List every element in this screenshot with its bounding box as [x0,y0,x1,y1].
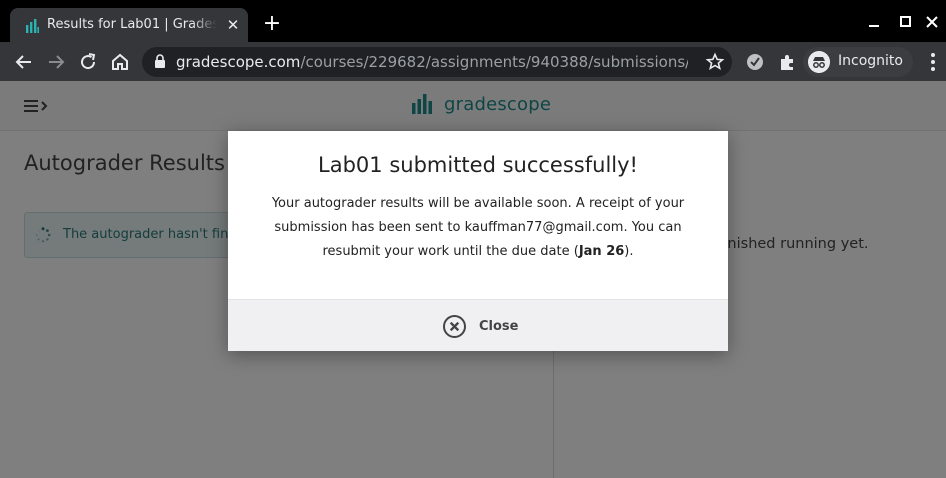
dialog-message: Your autograder results will be availabl… [256,192,700,264]
home-icon[interactable] [108,50,132,74]
due-date: Jan 26 [578,244,625,259]
new-tab-icon[interactable]: + [260,12,284,36]
window-close-icon[interactable] [922,12,942,32]
bookmark-star-icon[interactable] [705,52,725,72]
url-host: gradescope.com [176,53,301,71]
browser-toolbar: gradescope.com/courses/229682/assignment… [0,42,946,81]
maximize-icon[interactable] [896,12,916,32]
tab-close-icon[interactable]: ✕ [224,16,242,34]
incognito-profile-button[interactable]: Incognito [803,47,913,77]
dialog-footer: Close [228,299,728,351]
gradescope-favicon-icon [26,19,39,33]
incognito-icon [808,51,830,73]
tab-strip: Results for Lab01 | Gradescope ✕ + [0,0,946,42]
extension-shield-icon[interactable] [745,52,765,72]
browser-menu-icon[interactable] [925,51,941,73]
browser-tab[interactable]: Results for Lab01 | Gradescope ✕ [10,8,248,42]
url-path: /courses/229682/assignments/940388/submi… [300,53,688,71]
submission-success-dialog: Lab01 submitted successfully! Your autog… [228,131,728,351]
extensions-puzzle-icon[interactable] [777,52,797,72]
close-button-label: Close [479,319,519,334]
forward-arrow-icon[interactable] [44,50,68,74]
back-arrow-icon[interactable] [12,50,36,74]
dialog-message-end: ). [624,244,634,259]
dialog-title: Lab01 submitted successfully! [318,153,638,177]
reload-icon[interactable] [76,50,100,74]
incognito-label: Incognito [838,53,903,69]
address-bar[interactable]: gradescope.com/courses/229682/assignment… [142,47,732,77]
tab-title: Results for Lab01 | Gradescope [47,17,217,32]
minimize-icon[interactable] [864,12,884,32]
url-text[interactable]: gradescope.com/courses/229682/assignment… [176,53,688,71]
close-circle-icon [443,315,466,338]
lock-icon [155,54,165,68]
close-button[interactable]: Close [442,314,518,340]
